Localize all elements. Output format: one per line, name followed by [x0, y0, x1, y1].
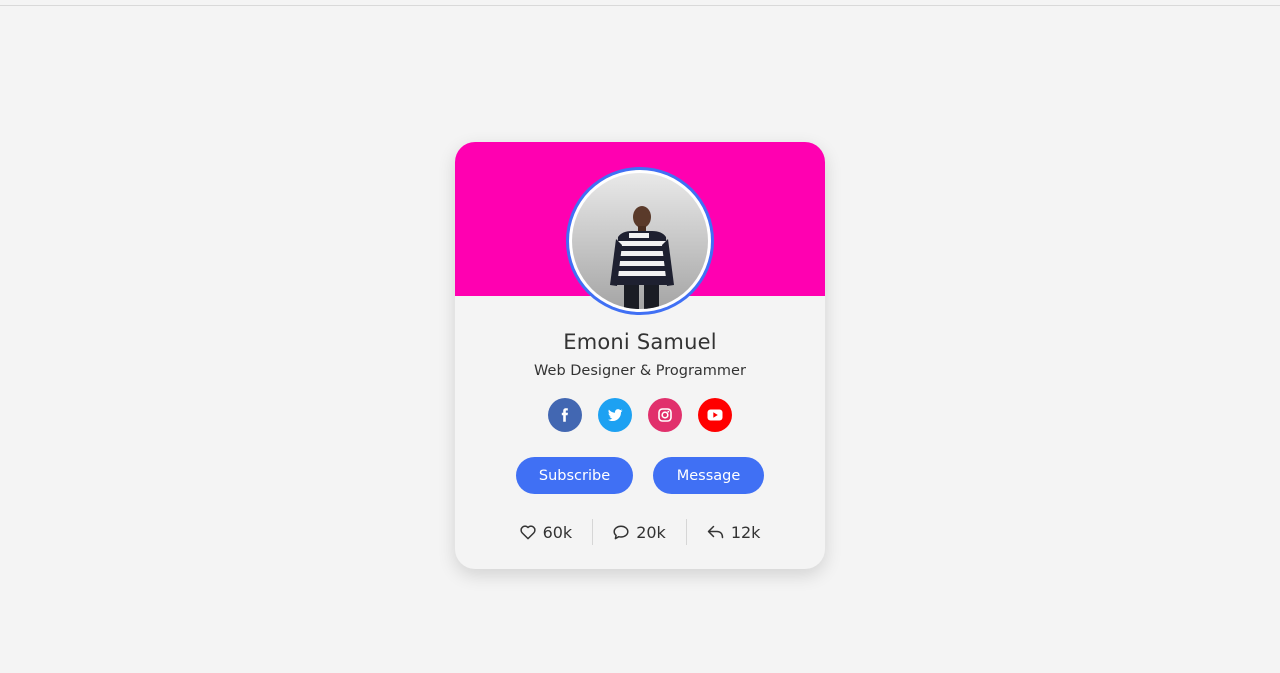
top-divider [0, 5, 1280, 6]
subscribe-button[interactable]: Subscribe [516, 457, 633, 494]
instagram-icon [658, 408, 672, 422]
twitter-link[interactable] [598, 398, 632, 432]
social-links [548, 398, 732, 432]
likes-count: 60k [542, 522, 573, 542]
twitter-icon [607, 408, 623, 421]
stat-comments[interactable]: 20k [592, 519, 686, 545]
comment-icon [613, 524, 629, 539]
reply-icon [707, 525, 724, 539]
youtube-icon [707, 409, 723, 421]
profile-role: Web Designer & Programmer [534, 363, 746, 379]
youtube-link[interactable] [698, 398, 732, 432]
person-illustration [610, 206, 674, 309]
stats-bar: 60k 20k 12k [510, 519, 770, 545]
heart-icon [519, 524, 536, 539]
shares-count: 12k [730, 522, 761, 542]
profile-card: Emoni Samuel Web Designer & Programmer S… [455, 142, 825, 569]
stat-shares[interactable]: 12k [685, 519, 781, 545]
comments-count: 20k [636, 522, 666, 542]
avatar-photo [572, 173, 708, 309]
stat-likes[interactable]: 60k [500, 519, 593, 545]
avatar [566, 167, 714, 315]
profile-name: Emoni Samuel [563, 330, 717, 354]
instagram-link[interactable] [648, 398, 682, 432]
action-buttons: Subscribe Message [516, 457, 764, 494]
facebook-link[interactable] [548, 398, 582, 432]
facebook-icon [561, 408, 568, 422]
message-button[interactable]: Message [653, 457, 764, 494]
